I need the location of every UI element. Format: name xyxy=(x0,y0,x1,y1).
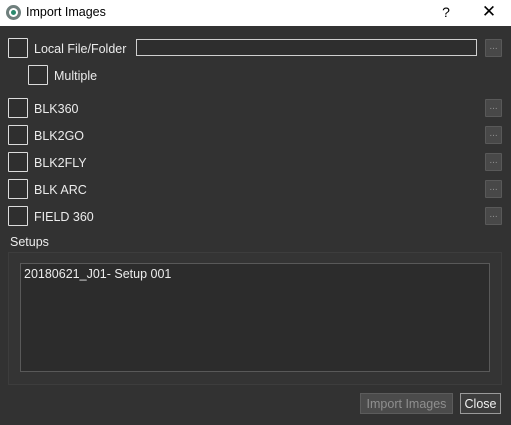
blk2go-label: BLK2GO xyxy=(34,129,85,143)
blk360-browse-button[interactable]: ... xyxy=(485,99,502,117)
local-file-folder-label: Local File/Folder xyxy=(34,42,127,56)
blk360-checkbox[interactable] xyxy=(8,98,28,118)
blk360-label: BLK360 xyxy=(34,102,79,116)
field-360-checkbox[interactable] xyxy=(8,206,28,226)
list-item[interactable]: 20180621_J01- Setup 001 xyxy=(24,267,171,281)
blk-arc-browse-button[interactable]: ... xyxy=(485,180,502,198)
window-title: Import Images xyxy=(26,5,106,19)
blk2go-checkbox[interactable] xyxy=(8,125,28,145)
local-file-folder-checkbox[interactable] xyxy=(8,38,28,58)
blk2fly-checkbox[interactable] xyxy=(8,152,28,172)
blk2fly-label: BLK2FLY xyxy=(34,156,87,170)
blk2fly-browse-button[interactable]: ... xyxy=(485,153,502,171)
setups-list[interactable]: 20180621_J01- Setup 001 xyxy=(20,263,490,372)
field-360-browse-button[interactable]: ... xyxy=(485,207,502,225)
field-360-label: FIELD 360 xyxy=(34,210,94,224)
title-bar: Import Images ? ✕ xyxy=(0,0,511,26)
setups-label: Setups xyxy=(10,235,49,249)
multiple-checkbox[interactable] xyxy=(28,65,48,85)
window-close-button[interactable]: ✕ xyxy=(478,2,500,22)
cyclone-logo-icon xyxy=(6,5,21,20)
blk-arc-label: BLK ARC xyxy=(34,183,87,197)
blk2go-browse-button[interactable]: ... xyxy=(485,126,502,144)
local-path-input[interactable] xyxy=(136,39,477,56)
blk-arc-checkbox[interactable] xyxy=(8,179,28,199)
import-images-button[interactable]: Import Images xyxy=(360,393,453,414)
multiple-label: Multiple xyxy=(54,69,98,83)
local-browse-button[interactable]: ... xyxy=(485,39,502,57)
help-button[interactable]: ? xyxy=(437,2,455,22)
close-button[interactable]: Close xyxy=(460,393,501,414)
